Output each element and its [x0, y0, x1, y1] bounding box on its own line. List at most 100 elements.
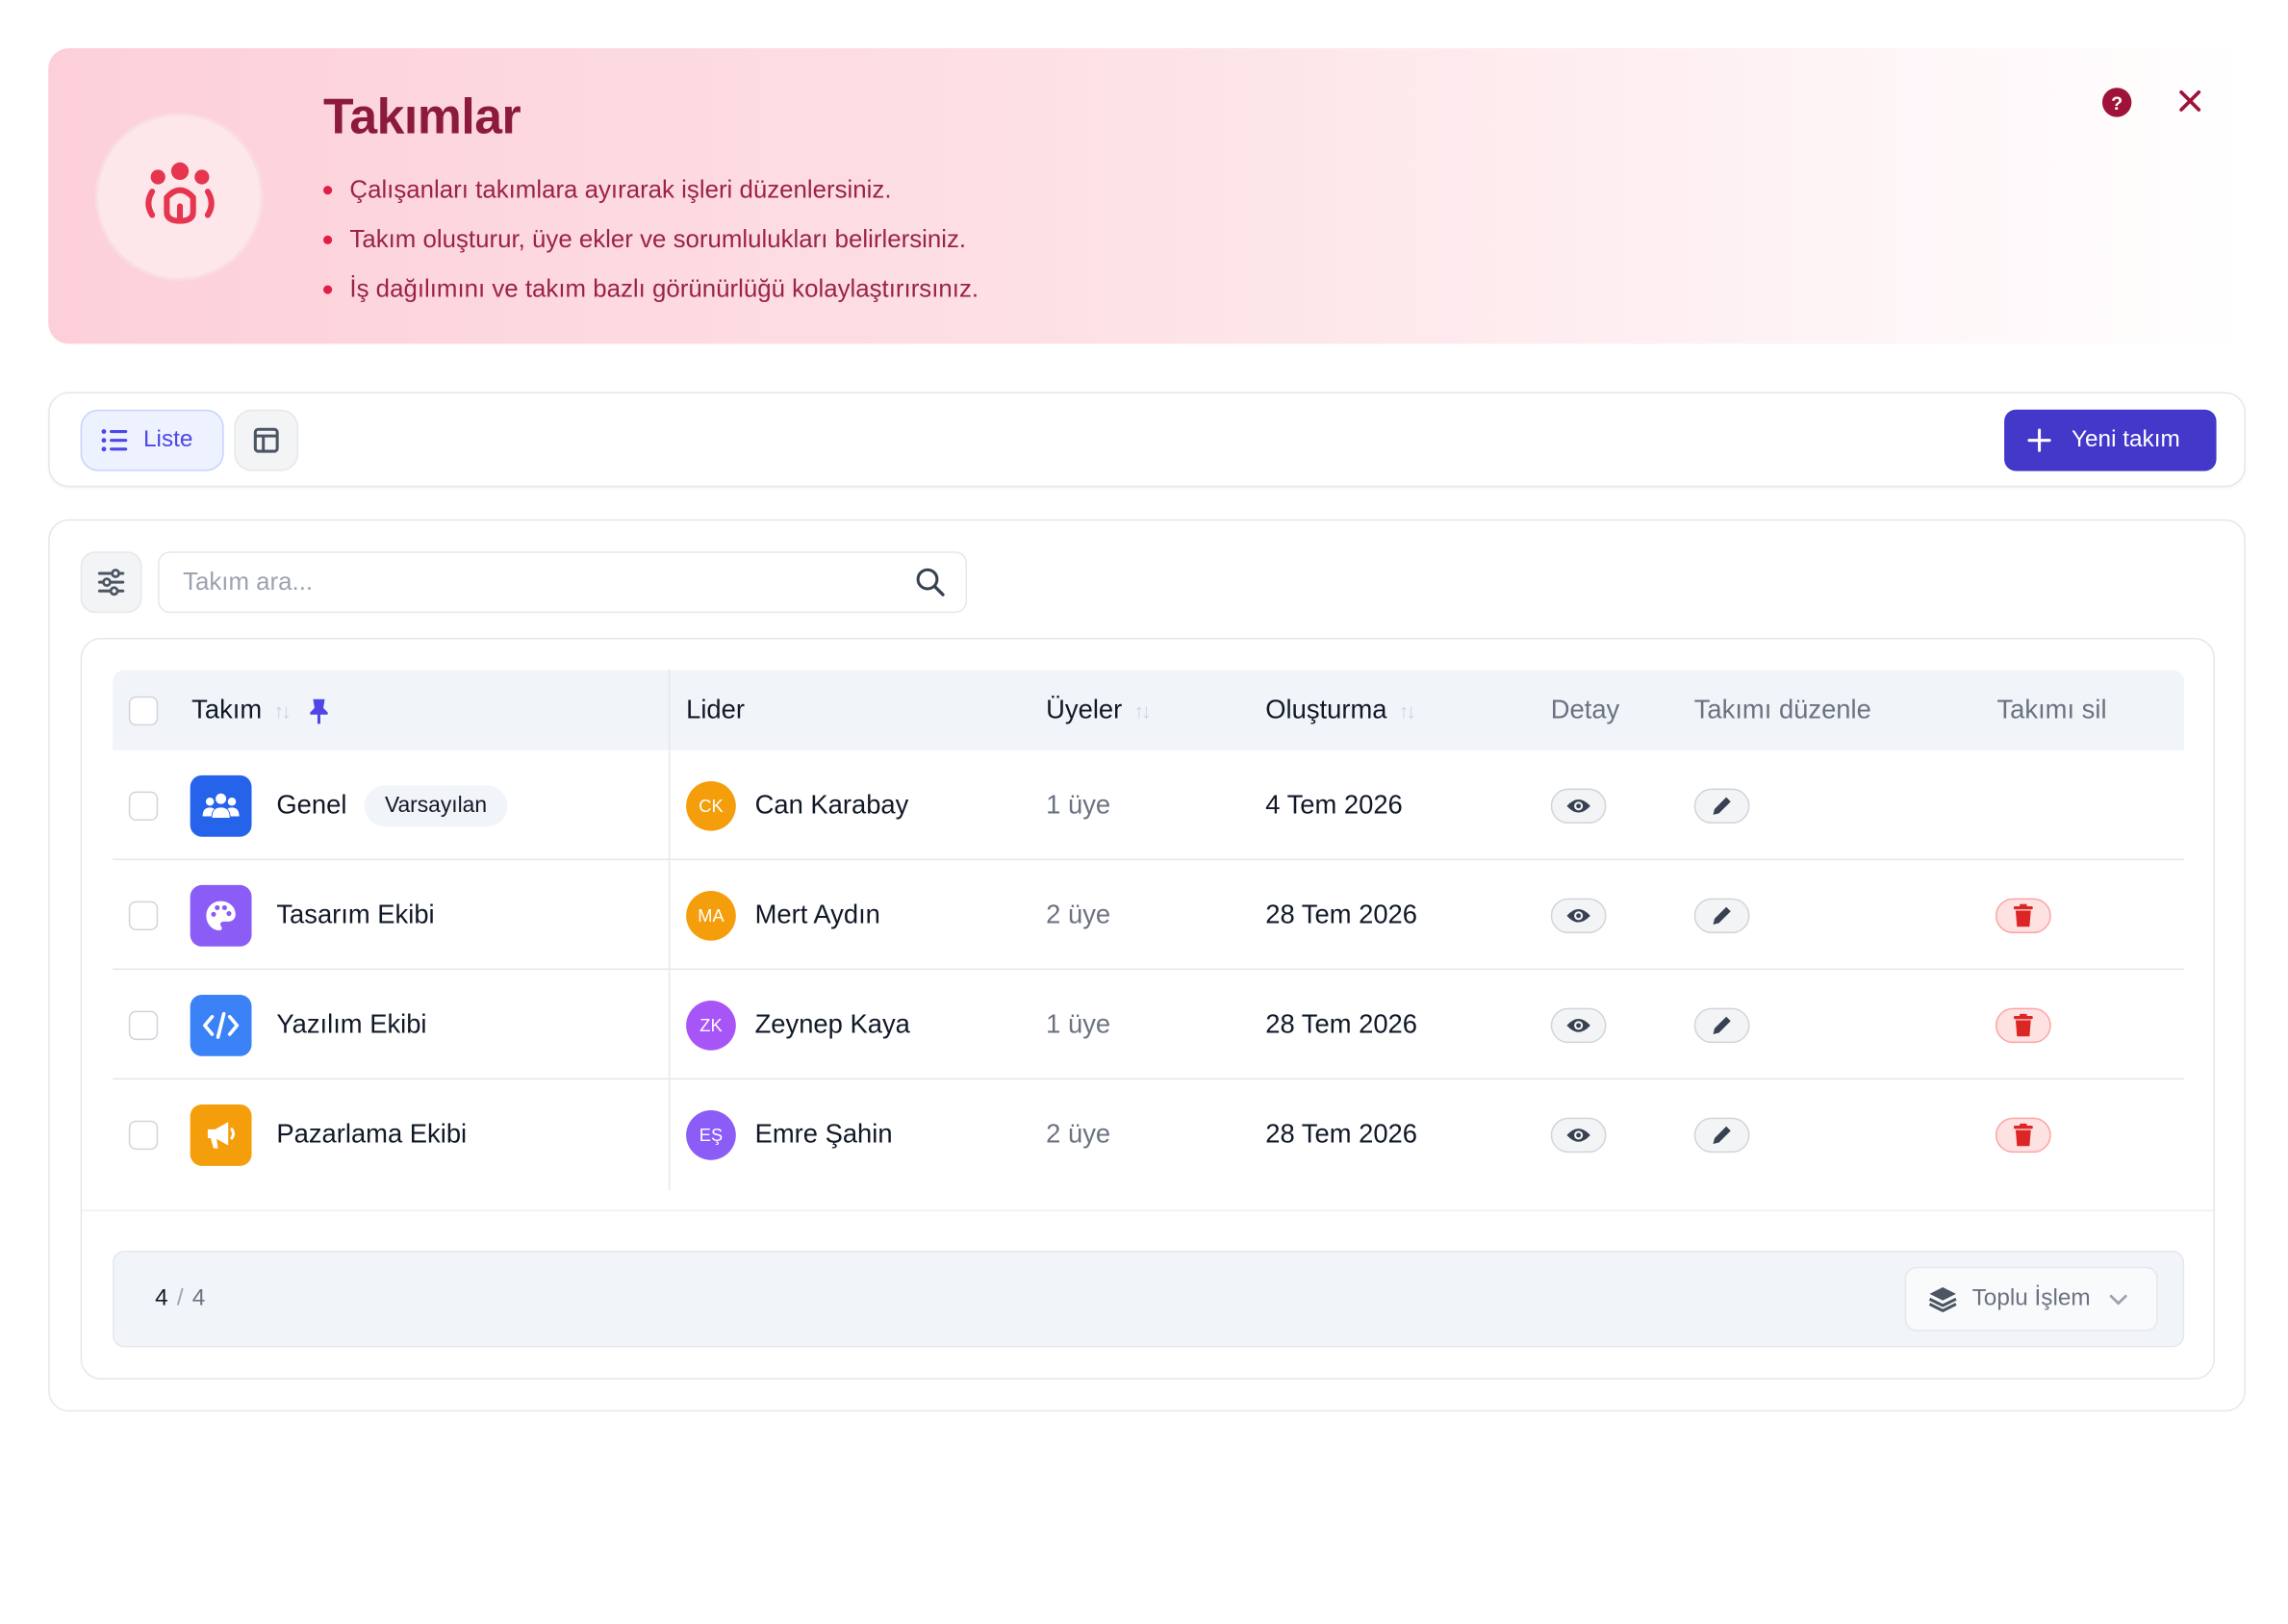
layers-icon — [1928, 1287, 1957, 1312]
default-badge: Varsayılan — [364, 784, 508, 826]
teams-panel: Takım ↑↓ Lider Üyeler ↑↓ Oluşturma ↑↓ — [48, 519, 2246, 1412]
view-button[interactable] — [1550, 787, 1607, 824]
team-name[interactable]: Yazılım Ekibi — [276, 1009, 426, 1040]
palette-icon — [190, 884, 252, 947]
table-row[interactable]: Yazılım Ekibi ZK Zeynep Kaya 1 üye 28 Te… — [113, 970, 2185, 1080]
row-checkbox[interactable] — [128, 790, 159, 821]
trash-icon — [2013, 902, 2033, 926]
column-team[interactable]: Takım ↑↓ — [191, 670, 329, 750]
team-name[interactable]: Genel — [276, 790, 346, 821]
table-header: Takım ↑↓ Lider Üyeler ↑↓ Oluşturma ↑↓ De… — [113, 670, 2185, 751]
column-edit: Takımı düzenle — [1694, 670, 1871, 750]
table-row[interactable]: Pazarlama Ekibi EŞ Emre Şahin 2 üye 28 T… — [113, 1079, 2184, 1189]
team-icon — [94, 113, 264, 281]
info-banner: Takımlar Çalışanları takımlara ayırarak … — [48, 48, 2246, 344]
bulk-action-dropdown[interactable]: Toplu İşlem — [1904, 1266, 2158, 1332]
edit-button[interactable] — [1693, 1006, 1750, 1043]
leader-name: Emre Şahin — [754, 1119, 893, 1149]
trash-icon — [2013, 1122, 2033, 1146]
column-edit-label: Takımı düzenle — [1693, 695, 1871, 724]
team-name[interactable]: Tasarım Ekibi — [276, 900, 434, 930]
team-name[interactable]: Pazarlama Ekibi — [276, 1119, 467, 1150]
row-checkbox[interactable] — [128, 900, 159, 930]
created-date: 4 Tem 2026 — [1265, 790, 1403, 820]
count-separator: / — [176, 1285, 184, 1311]
column-team-label: Takım — [191, 695, 263, 724]
row-checkbox[interactable] — [128, 1119, 159, 1150]
pencil-icon — [1713, 905, 1731, 925]
view-button[interactable] — [1550, 1116, 1607, 1153]
code-icon — [190, 994, 252, 1056]
edit-button[interactable] — [1693, 1116, 1750, 1153]
column-detail: Detay — [1551, 670, 1620, 750]
member-count: 1 üye — [1046, 790, 1111, 820]
sort-icon[interactable]: ↑↓ — [1399, 698, 1416, 722]
search-icon[interactable] — [914, 566, 946, 597]
sort-icon[interactable]: ↑↓ — [273, 698, 291, 722]
banner-bullet: Çalışanları takımlara ayırarak işleri dü… — [323, 165, 979, 216]
trash-icon — [2013, 1012, 2033, 1036]
pencil-icon — [1713, 796, 1731, 815]
view-button[interactable] — [1550, 897, 1607, 933]
table-row[interactable]: Tasarım Ekibi MA Mert Aydın 2 üye 28 Tem… — [113, 860, 2185, 971]
avatar: CK — [686, 780, 736, 830]
pin-icon[interactable] — [309, 698, 329, 723]
member-count: 2 üye — [1046, 900, 1111, 929]
leader-name: Can Karabay — [754, 790, 909, 820]
column-members[interactable]: Üyeler ↑↓ — [1046, 670, 1151, 750]
leader-name: Mert Aydın — [754, 900, 880, 929]
users-icon — [190, 774, 252, 836]
delete-button[interactable] — [1995, 1006, 2051, 1043]
column-created[interactable]: Oluşturma ↑↓ — [1265, 670, 1416, 750]
search-box — [158, 551, 968, 614]
delete-button[interactable] — [1995, 1116, 2051, 1153]
edit-button[interactable] — [1693, 787, 1750, 824]
divider — [82, 1209, 2214, 1211]
avatar: ZK — [686, 1000, 736, 1050]
plus-icon — [2027, 428, 2051, 452]
column-delete-label: Takımı sil — [1996, 695, 2107, 724]
avatar: MA — [686, 890, 736, 940]
page-title: Takımlar — [323, 89, 521, 145]
eye-icon — [1566, 799, 1590, 812]
leader-name: Zeynep Kaya — [754, 1009, 910, 1039]
eye-icon — [1566, 1128, 1590, 1141]
sort-icon[interactable]: ↑↓ — [1133, 698, 1151, 722]
avatar: EŞ — [686, 1109, 736, 1159]
select-all-checkbox[interactable] — [128, 695, 159, 725]
column-created-label: Oluşturma — [1265, 695, 1387, 724]
filter-button[interactable] — [80, 551, 142, 614]
column-leader: Lider — [686, 670, 745, 750]
pencil-icon — [1713, 1126, 1731, 1144]
bulk-action-label: Toplu İşlem — [1971, 1285, 2091, 1311]
new-team-button[interactable]: Yeni takım — [2004, 409, 2217, 471]
help-icon[interactable]: ? — [2101, 88, 2132, 117]
board-view-button[interactable] — [234, 409, 299, 471]
column-leader-label: Lider — [686, 695, 745, 724]
table-footer: 4 / 4 Toplu İşlem — [113, 1251, 2185, 1348]
table-row[interactable]: Genel Varsayılan CK Can Karabay 1 üye 4 … — [113, 750, 2185, 861]
member-count: 1 üye — [1046, 1009, 1111, 1039]
row-count: 4 / 4 — [155, 1253, 205, 1346]
eye-icon — [1566, 908, 1590, 922]
list-view-button[interactable]: Liste — [80, 409, 224, 471]
list-icon — [101, 429, 128, 452]
view-button[interactable] — [1550, 1006, 1607, 1043]
chevron-down-icon — [2109, 1294, 2127, 1306]
row-checkbox[interactable] — [128, 1009, 159, 1040]
view-toolbar: Liste Yeni takım — [48, 392, 2246, 488]
delete-button[interactable] — [1995, 897, 2051, 933]
created-date: 28 Tem 2026 — [1265, 1009, 1417, 1039]
close-icon[interactable] — [2173, 84, 2207, 118]
total-count: 4 — [191, 1285, 206, 1311]
sliders-icon — [97, 569, 125, 596]
created-date: 28 Tem 2026 — [1265, 1119, 1417, 1149]
shown-count: 4 — [155, 1285, 168, 1311]
banner-bullets: Çalışanları takımlara ayırarak işleri dü… — [323, 165, 979, 315]
column-detail-label: Detay — [1550, 695, 1620, 724]
pencil-icon — [1713, 1015, 1731, 1034]
edit-button[interactable] — [1693, 897, 1750, 933]
columns-icon — [253, 427, 279, 453]
search-input[interactable] — [159, 552, 891, 612]
banner-bullet: İş dağılımını ve takım bazlı görünürlüğü… — [323, 265, 979, 315]
